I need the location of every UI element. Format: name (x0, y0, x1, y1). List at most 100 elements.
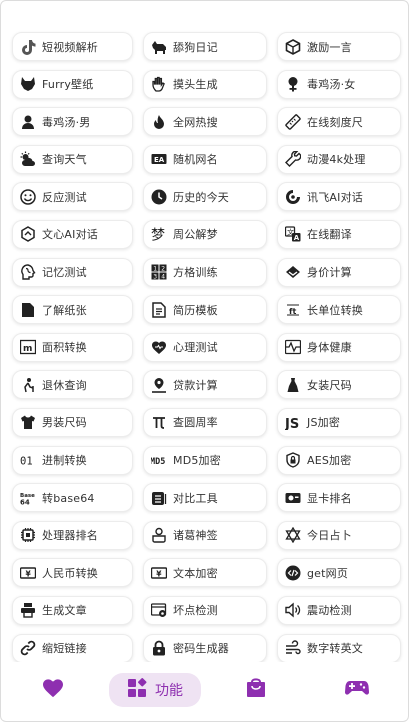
lock-shield-icon (284, 452, 301, 469)
tool-history-today[interactable]: 历史的今天 (143, 182, 267, 212)
tool-xunfei-ai[interactable]: 讯飞AI对话 (277, 182, 401, 212)
tool-text-encrypt[interactable]: ¥ 文本加密 (143, 558, 267, 588)
tool-video-parse[interactable]: 短视频解析 (12, 32, 133, 61)
nav-features[interactable]: 功能 (109, 673, 201, 707)
clock-icon (150, 188, 167, 205)
tool-paper[interactable]: 了解纸张 (12, 295, 133, 325)
tool-label: 退休查询 (42, 378, 87, 392)
widgets-icon (127, 678, 147, 702)
tool-memory-test[interactable]: 记忆测试 (12, 257, 133, 287)
tool-rmb[interactable]: ¥ 人民币转换 (12, 558, 133, 588)
tool-short-link[interactable]: 缩短链接 (12, 633, 133, 663)
area-icon: m (19, 339, 36, 356)
tool-label: 缩短链接 (42, 642, 87, 655)
svg-text:64: 64 (20, 498, 30, 506)
tool-label: 生成文章 (42, 604, 87, 618)
tool-loan[interactable]: 贷款计算 (143, 370, 267, 400)
smile-icon (19, 188, 36, 205)
nav-favorites[interactable] (23, 673, 83, 707)
padlock-icon (150, 640, 167, 657)
svg-text:2: 2 (161, 266, 165, 273)
tool-compare[interactable]: 对比工具 (143, 483, 267, 513)
tool-get-web[interactable]: get网页 (277, 558, 401, 588)
tool-article[interactable]: 生成文章 (12, 595, 133, 625)
tool-dead-pixel[interactable]: 坏点检测 (143, 595, 267, 625)
tool-base-convert[interactable]: 01 进制转换 (12, 445, 133, 475)
svg-text:4: 4 (161, 274, 165, 281)
svg-text:3: 3 (153, 274, 157, 281)
tool-retirement[interactable]: 退休查询 (12, 370, 133, 400)
tool-translate[interactable]: 文 A 在线翻译 (277, 219, 401, 249)
tool-men-size[interactable]: 男装尺码 (12, 407, 133, 437)
svg-text:ft: ft (289, 307, 296, 316)
tool-health[interactable]: 身体健康 (277, 332, 401, 362)
tool-psych-test[interactable]: 心理测试 (143, 332, 267, 362)
dress-icon (284, 376, 301, 393)
tool-base64[interactable]: Base 64 转base64 (12, 483, 133, 513)
tool-aes[interactable]: AES加密 (277, 445, 401, 475)
tool-cpu-rank[interactable]: 处理器排名 (12, 520, 133, 550)
document-icon (150, 301, 167, 318)
tool-vibration[interactable]: 震动检测 (277, 595, 401, 625)
js-icon: JS (284, 414, 301, 431)
tool-label: 数字转英文 (307, 642, 363, 655)
tool-label: 长单位转换 (307, 303, 363, 317)
bottom-nav: 功能 (2, 662, 407, 720)
tool-soup-male[interactable]: 毒鸡汤·男 (12, 107, 133, 137)
tool-reaction-test[interactable]: 反应测试 (12, 182, 133, 212)
nav-game[interactable] (327, 673, 387, 707)
person-icon (19, 113, 36, 130)
tool-dream[interactable]: 梦周公解梦 (143, 219, 267, 249)
tool-label: 讯飞AI对话 (307, 190, 363, 204)
tool-hot-search[interactable]: 全网热搜 (143, 107, 267, 137)
banknote-icon: ¥ (19, 564, 36, 581)
tool-motivation[interactable]: 激励一言 (277, 32, 401, 61)
tool-furry-wallpaper[interactable]: Furry壁纸 (12, 69, 133, 99)
tool-women-size[interactable]: 女装尺码 (277, 370, 401, 400)
hand-icon (150, 76, 167, 93)
tool-label: 震动检测 (307, 604, 352, 618)
tool-label: 了解纸张 (42, 303, 87, 317)
tool-grid-training[interactable]: 1 2 3 4 方格训练 (143, 257, 267, 287)
tool-label: get网页 (307, 566, 349, 580)
fox-icon (19, 76, 36, 93)
wind-icon (284, 640, 301, 657)
tool-worth[interactable]: 身价计算 (277, 257, 401, 287)
tool-gpu-rank[interactable]: 显卡排名 (277, 483, 401, 513)
tool-md5[interactable]: MD5 MD5加密 (143, 445, 267, 475)
tool-label: 心理测试 (173, 341, 218, 355)
tool-grid: 短视频解析 舔狗日记 激励一言 Furry壁纸 摸头生成 毒鸡汤·女毒鸡汤·男 全网热搜 在线… (12, 32, 401, 663)
tool-pi[interactable]: 查圆周率 (143, 407, 267, 437)
tool-wenxin-ai[interactable]: 文心AI对话 (12, 219, 133, 249)
bag-icon (246, 678, 266, 702)
wrench-icon (284, 151, 301, 168)
tool-js-encrypt[interactable]: JS JS加密 (277, 407, 401, 437)
tiktok-icon (19, 38, 36, 55)
tool-label: 激励一言 (307, 40, 352, 54)
nav-shop[interactable] (226, 673, 286, 707)
tool-area-convert[interactable]: m 面积转换 (12, 332, 133, 362)
dream-icon: 梦 (150, 226, 167, 243)
tool-label: 动漫4k处理 (307, 153, 366, 167)
tool-divination[interactable]: 今日占卜 (277, 520, 401, 550)
tool-random-name[interactable]: EA 随机网名 (143, 144, 267, 174)
tool-label: 女装尺码 (307, 378, 352, 392)
app-frame: 短视频解析 舔狗日记 激励一言 Furry壁纸 摸头生成 毒鸡汤·女毒鸡汤·男 全网热搜 在线… (0, 0, 409, 722)
tool-resume[interactable]: 简历模板 (143, 295, 267, 325)
shirt-icon (19, 414, 36, 431)
svg-text:01: 01 (20, 456, 33, 468)
tool-ruler[interactable]: 在线刻度尺 (277, 107, 401, 137)
tool-length-convert[interactable]: ft 长单位转换 (277, 295, 401, 325)
tool-zhuge[interactable]: 诸葛神签 (143, 520, 267, 550)
code-icon (284, 564, 301, 581)
gamepad-icon (344, 679, 370, 701)
tool-password[interactable]: 密码生成器 (143, 633, 267, 663)
tool-weather[interactable]: 查询天气 (12, 144, 133, 174)
tool-label: 方格训练 (173, 266, 218, 280)
tool-num-english[interactable]: 数字转英文 (277, 633, 401, 663)
tool-anime-4k[interactable]: 动漫4k处理 (277, 144, 401, 174)
hexagon-icon (19, 226, 36, 243)
tool-pat-head[interactable]: 摸头生成 (143, 69, 267, 99)
tool-soup-female[interactable]: 毒鸡汤·女 (277, 69, 401, 99)
tool-dog-diary[interactable]: 舔狗日记 (143, 32, 267, 61)
